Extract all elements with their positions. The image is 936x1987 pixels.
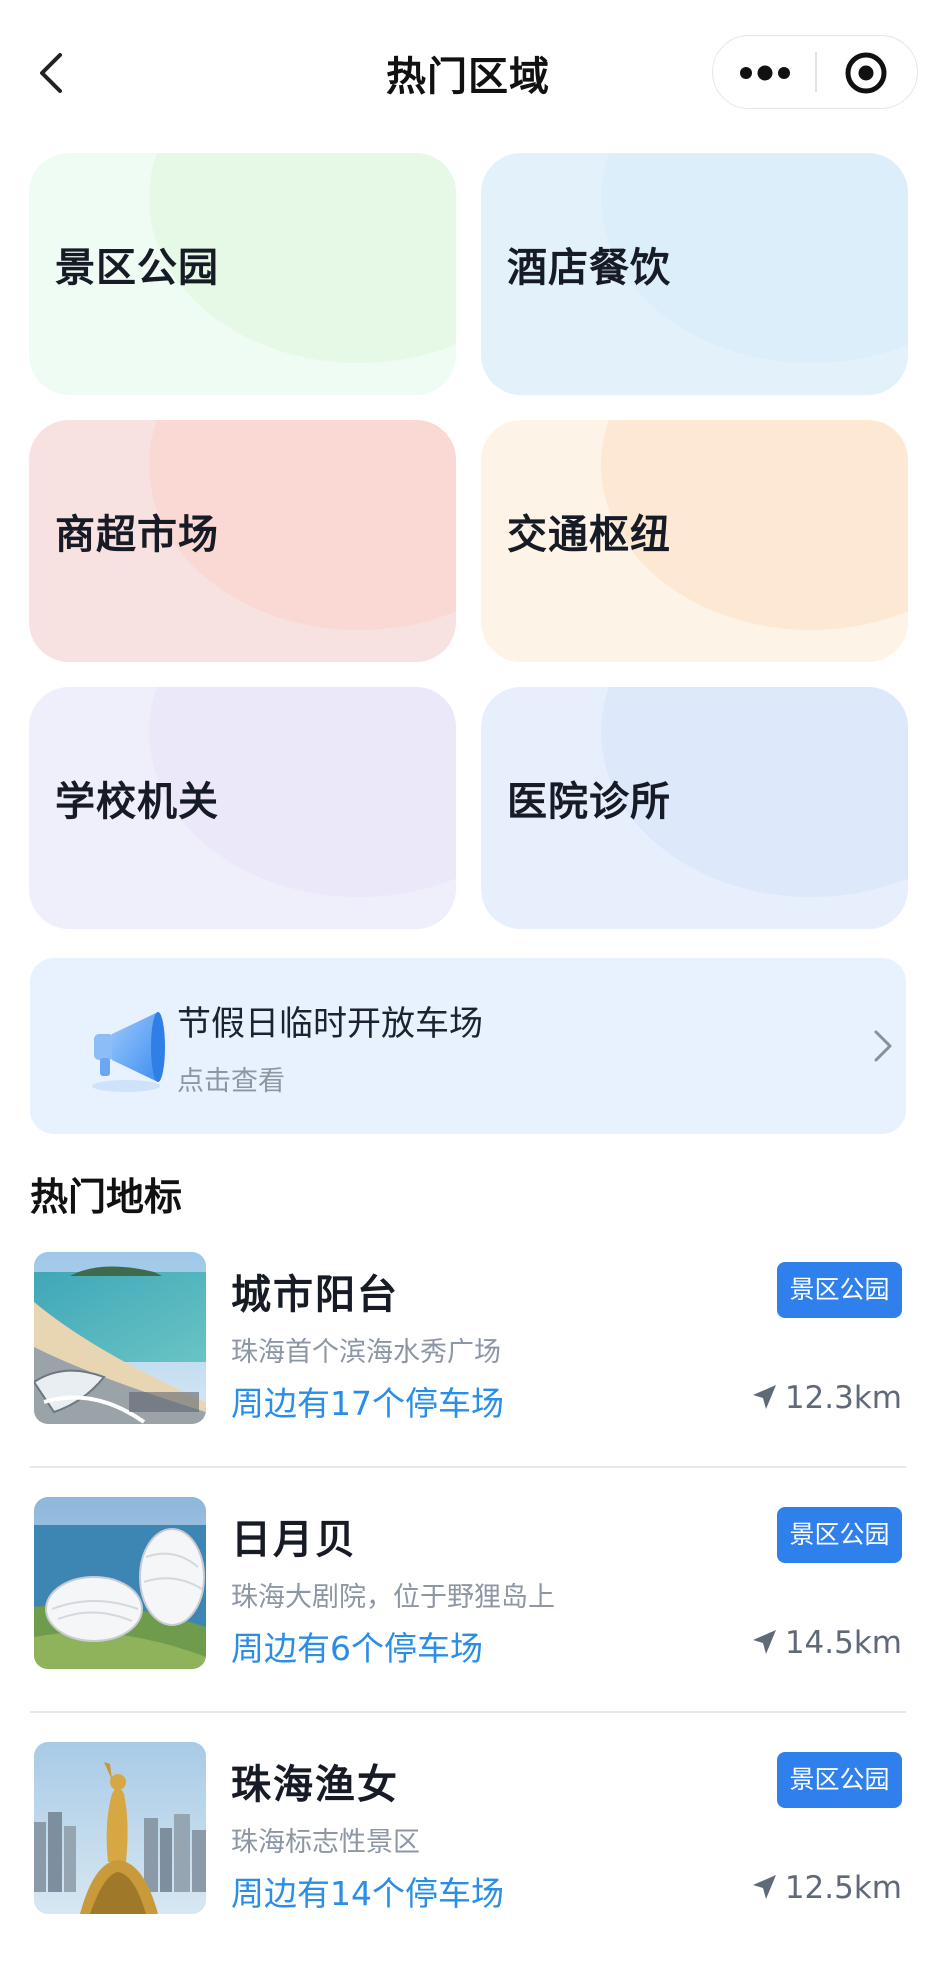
close-button[interactable] <box>817 36 917 108</box>
nearby-parking-link[interactable]: 周边有14个停车场 <box>231 1867 504 1915</box>
item-divider <box>30 1711 906 1713</box>
mini-program-capsule <box>712 35 918 109</box>
notice-subtitle: 点击查看 <box>177 1066 285 1097</box>
more-dots-icon <box>740 65 790 81</box>
landmark-thumbnail <box>34 1252 206 1424</box>
navigation-arrow-icon <box>752 1385 776 1409</box>
navigation-arrow-icon <box>752 1630 776 1654</box>
nearby-parking-link[interactable]: 周边有6个停车场 <box>231 1622 483 1670</box>
landmark-name: 珠海渔女 <box>231 1762 399 1808</box>
landmark-description: 珠海大剧院，位于野狸岛上 <box>231 1582 555 1613</box>
category-label: 酒店餐饮 <box>507 245 671 291</box>
distance-readout: 12.3km <box>749 1380 902 1416</box>
distance-value: 12.5km <box>784 1870 902 1906</box>
navigation-arrow-icon <box>752 1875 776 1899</box>
landmark-item[interactable]: 日月贝 珠海大剧院，位于野狸岛上 周边有6个停车场 景区公园 14.5km <box>30 1497 906 1742</box>
landmark-name: 城市阳台 <box>231 1272 399 1318</box>
megaphone-icon <box>92 1012 165 1092</box>
category-label: 医院诊所 <box>507 779 671 825</box>
item-divider <box>30 1466 906 1468</box>
category-badge: 景区公园 <box>777 1752 902 1808</box>
category-label: 景区公园 <box>55 245 219 291</box>
nav-bar: 热门区域 <box>0 0 936 150</box>
distance-readout: 14.5km <box>749 1625 902 1661</box>
landmark-name: 日月贝 <box>231 1517 357 1563</box>
nearby-parking-link[interactable]: 周边有17个停车场 <box>231 1377 504 1425</box>
chevron-right-icon <box>874 1030 892 1062</box>
category-label: 学校机关 <box>55 779 219 825</box>
category-badge: 景区公园 <box>777 1262 902 1318</box>
category-card-hospital[interactable]: 医院诊所 <box>481 687 908 929</box>
landmark-item[interactable]: 珠海渔女 珠海标志性景区 周边有14个停车场 景区公园 12.5km <box>30 1742 906 1987</box>
distance-readout: 12.5km <box>749 1870 902 1906</box>
landmark-thumbnail <box>34 1497 206 1669</box>
category-label: 商超市场 <box>55 512 219 558</box>
section-title: 热门地标 <box>30 1175 183 1219</box>
category-card-school[interactable]: 学校机关 <box>29 687 456 929</box>
category-card-hotel[interactable]: 酒店餐饮 <box>481 153 908 395</box>
distance-value: 12.3km <box>784 1380 902 1416</box>
landmark-item[interactable]: 城市阳台 珠海首个滨海水秀广场 周边有17个停车场 景区公园 12.3km <box>30 1252 906 1497</box>
landmark-description: 珠海标志性景区 <box>231 1827 420 1858</box>
distance-value: 14.5km <box>784 1625 902 1661</box>
category-badge: 景区公园 <box>777 1507 902 1563</box>
category-card-scenic[interactable]: 景区公园 <box>29 153 456 395</box>
holiday-parking-banner[interactable]: 节假日临时开放车场 点击查看 <box>30 958 906 1134</box>
landmark-thumbnail <box>34 1742 206 1914</box>
notice-title: 节假日临时开放车场 <box>177 1004 483 1044</box>
more-button[interactable] <box>713 36 815 108</box>
target-circle-icon <box>845 52 887 94</box>
landmark-description: 珠海首个滨海水秀广场 <box>231 1337 501 1368</box>
category-card-transport[interactable]: 交通枢纽 <box>481 420 908 662</box>
category-label: 交通枢纽 <box>507 512 671 558</box>
category-card-market[interactable]: 商超市场 <box>29 420 456 662</box>
